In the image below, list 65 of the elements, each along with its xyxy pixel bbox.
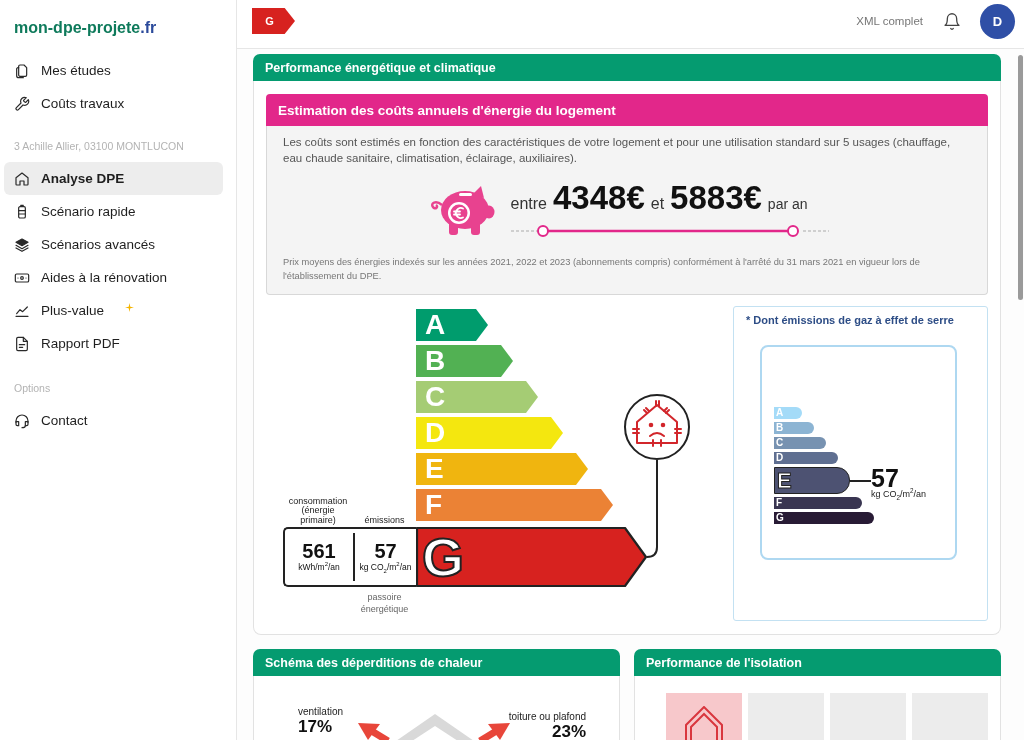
emissions-value: 57 xyxy=(374,541,397,562)
energy-class-bar: D xyxy=(416,417,563,449)
headset-icon xyxy=(14,412,30,429)
nav-item[interactable]: Analyse DPE xyxy=(4,162,223,195)
sad-house-icon xyxy=(624,394,690,460)
layers-icon xyxy=(14,236,30,253)
bell-icon[interactable] xyxy=(944,12,960,30)
consumption-unit: kWh/m$^{2}$/an xyxy=(298,562,340,573)
card-header: Performance énergétique et climatique xyxy=(253,54,1001,81)
ghg-class-bar: C xyxy=(774,437,826,449)
emissions-unit: kg CO$_{2}$/m$^{2}$/an xyxy=(359,562,412,573)
house-outline-icon xyxy=(685,706,723,740)
section-label: Options xyxy=(13,381,52,395)
ghg-class-bar: A xyxy=(774,407,802,419)
cost-footnote: Prix moyens des énergies indexés sur les années 2021, 2022 et 2023 (abonnements compris) conformément à l'arrêté du 31 mars 2021 en vigueur lors de l'établissement du DPE. xyxy=(283,256,921,283)
loss-percentage: 23% xyxy=(550,723,586,740)
cost-description: Les coûts sont estimés en fonction des caractéristiques de votre logement et pour une utilisation standard sur 5 usages (chauffage, eau chaude sanitaire, climatisation, éclairage, auxiliaires). xyxy=(283,135,952,166)
ghg-class-bar: F xyxy=(774,497,862,509)
loss-label: toiture ou plafond xyxy=(508,711,586,723)
nav-item[interactable]: Scénarios avancés xyxy=(4,228,223,261)
ghg-class-bar: G xyxy=(774,512,874,524)
energy-sieve-note: passoire énergétique xyxy=(359,591,410,615)
nav-item[interactable]: Rapport PDF xyxy=(4,327,223,360)
energy-class-bar: E xyxy=(416,453,588,485)
emissions-caption: émissions xyxy=(363,515,406,525)
ghg-unit: kg CO$_{2}$/m$^{2}$/an xyxy=(871,489,927,500)
connector-line xyxy=(850,480,871,482)
loss-label: ventilation xyxy=(298,706,344,718)
nav-item[interactable]: Aides à la rénovation xyxy=(4,261,223,294)
cost-conjunction: et xyxy=(650,195,665,213)
cost-prefix: entre xyxy=(510,195,547,213)
document-icon xyxy=(14,335,30,352)
ghg-class-bar: D xyxy=(774,452,838,464)
ghg-value: 57 xyxy=(871,467,899,489)
nav-item[interactable]: Plus-value xyxy=(4,294,223,327)
ghg-class-bar: E xyxy=(774,467,850,494)
energy-class-bar: C xyxy=(416,381,538,413)
ghg-class-bar: B xyxy=(774,422,814,434)
files-icon xyxy=(14,62,30,79)
cost-low-value: 4348€ xyxy=(552,180,645,216)
cost-suffix: par an xyxy=(767,196,808,212)
xml-link[interactable]: XML complet xyxy=(856,15,923,27)
loss-percentage: 17% xyxy=(298,718,334,735)
nav-item[interactable]: Coûts travaux xyxy=(4,87,223,120)
consumption-caption: consommation (énergie primaire) xyxy=(287,496,349,525)
user-avatar[interactable]: D xyxy=(980,3,1015,39)
scrollbar-thumb[interactable] xyxy=(1018,55,1023,300)
energy-class-bar: G xyxy=(416,527,647,587)
card-header: Performance de l'isolation xyxy=(634,649,1001,676)
energy-class-bar: B xyxy=(416,345,513,377)
cost-high-value: 5883€ xyxy=(670,180,762,216)
energy-class-bar: A xyxy=(416,309,488,341)
cost-section-header: Estimation des coûts annuels d'énergie du logement xyxy=(266,94,988,126)
home-icon xyxy=(14,170,30,187)
energy-grade-tag: G xyxy=(252,8,295,34)
ghg-title: * Dont émissions de gaz à effet de serre xyxy=(746,314,955,327)
card-header: Schéma des déperditions de chaleur xyxy=(253,649,620,676)
energy-class-bar: F xyxy=(416,489,613,521)
nav-item[interactable]: Contact xyxy=(4,404,223,437)
consumption-value: 561 xyxy=(302,541,336,562)
nav-item[interactable]: Scénario rapide xyxy=(4,195,223,228)
wrench-icon xyxy=(14,95,30,112)
nav-item[interactable]: Mes études xyxy=(4,54,223,87)
site-logo: mon-dpe-projete.fr xyxy=(13,18,158,38)
section-label: 3 Achille Allier, 03100 MONTLUCON xyxy=(13,139,185,153)
